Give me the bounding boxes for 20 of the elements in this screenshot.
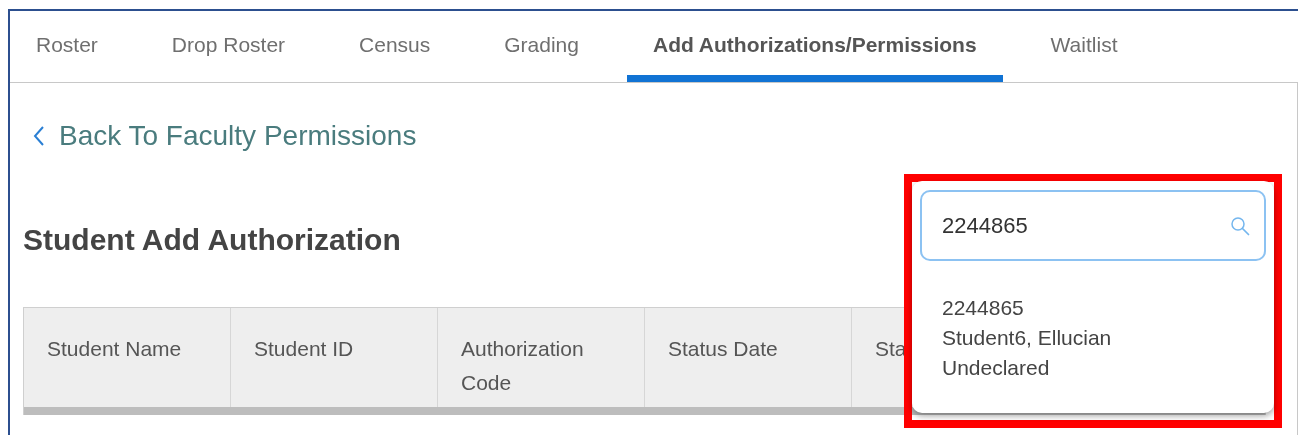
search-input[interactable]: 2244865 [942,209,1230,242]
page-heading: Student Add Authorization [23,225,401,255]
result-line: Student6, Ellucian [942,325,1112,351]
tab[interactable]: Roster [10,11,124,82]
column-header: Status Date [668,337,778,360]
tab[interactable]: Census [333,11,457,82]
tab[interactable]: Drop Roster [145,11,312,82]
tab[interactable]: Waitlist [1024,11,1144,82]
column-header: Student Name [47,337,182,360]
result-line: 2244865 [942,295,1025,321]
tab[interactable]: Add Authorizations/Permissions [627,11,1003,82]
column-header: Student ID [254,337,354,360]
column-header: Authorization Code [461,337,584,394]
search-result[interactable]: 2244865 Student6, Ellucian Undeclared [942,293,1112,383]
search-field[interactable]: 2244865 [920,190,1266,261]
back-link[interactable]: Back To Faculty Permissions [33,115,417,157]
result-line: Undeclared [942,355,1051,381]
chevron-left-icon [33,125,45,147]
back-link-text: Back To Faculty Permissions [59,119,417,153]
tab[interactable]: Grading [478,11,605,82]
